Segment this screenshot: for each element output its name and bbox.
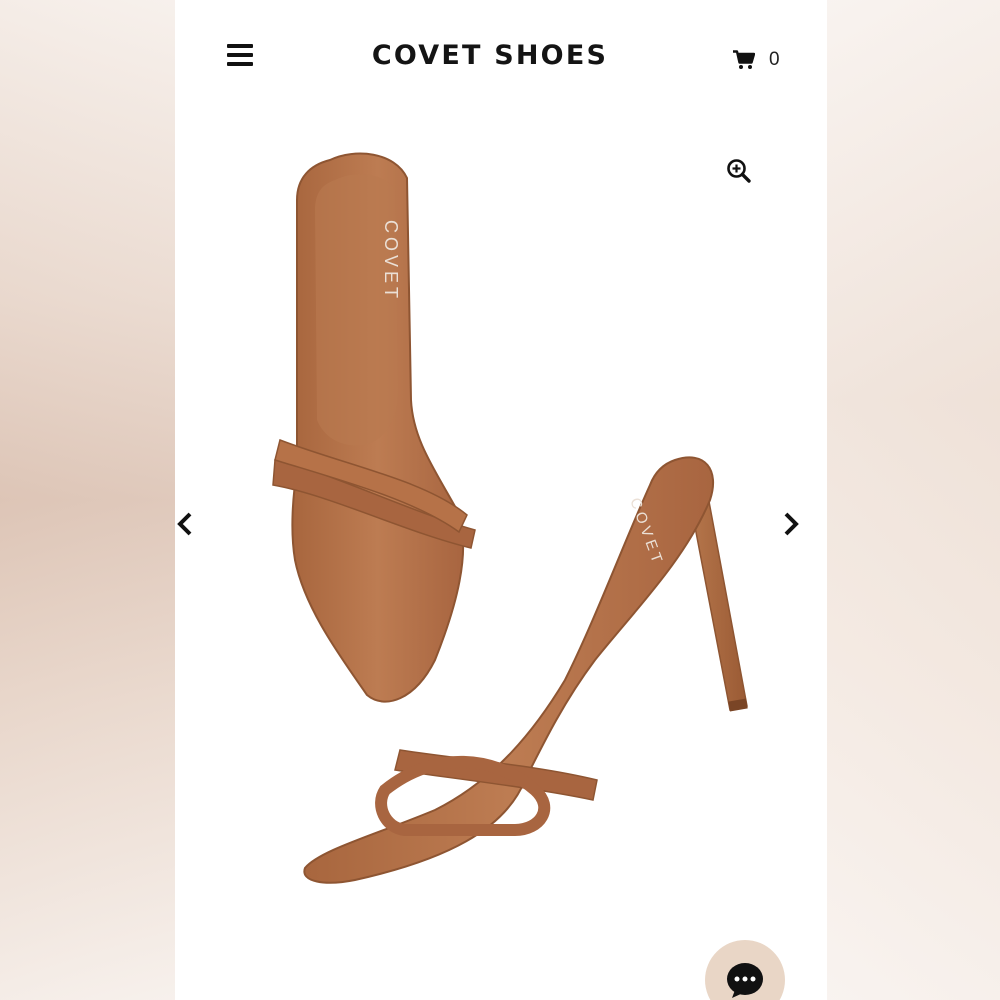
shopping-cart-icon: [733, 50, 755, 69]
cart-count: 0: [769, 49, 780, 70]
insole-logo-text: COVET: [381, 220, 401, 302]
right-blurred-background: [825, 0, 1000, 1000]
chevron-left-icon: [177, 512, 192, 536]
screenshot-stage: COVET SHOES 0 COVET COVET: [0, 0, 1000, 1000]
left-blurred-background: [0, 0, 175, 1000]
chat-button[interactable]: [705, 940, 785, 1000]
hamburger-menu-icon[interactable]: [227, 44, 253, 66]
chevron-right-icon: [784, 512, 799, 536]
cart-button[interactable]: 0: [733, 47, 780, 73]
product-page: COVET SHOES 0 COVET COVET: [175, 0, 827, 1000]
product-image: COVET COVET: [272, 152, 748, 884]
next-image-button[interactable]: [779, 510, 801, 540]
left-shoe: COVET: [272, 152, 476, 703]
previous-image-button[interactable]: [175, 510, 197, 540]
brand-title[interactable]: COVET SHOES: [365, 40, 615, 71]
chat-bubble-icon: [727, 963, 763, 998]
